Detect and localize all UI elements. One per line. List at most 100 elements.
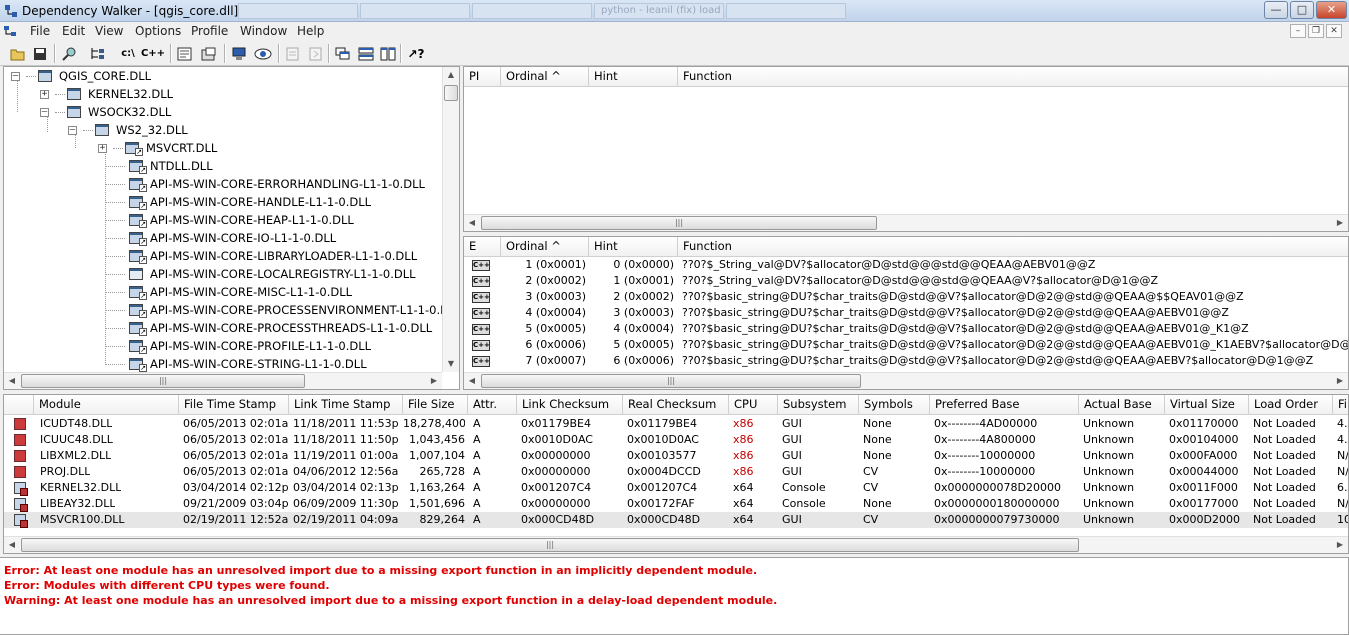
tree-node[interactable]: + ↗ MSVCRT.DLL bbox=[98, 139, 217, 157]
mdi-close-button[interactable]: ✕ bbox=[1326, 24, 1342, 38]
document-icon[interactable] bbox=[3, 25, 17, 38]
scroll-right-icon[interactable]: ▶ bbox=[1332, 215, 1348, 231]
column-header-symbols[interactable]: Symbols bbox=[859, 395, 930, 415]
background-window-tab[interactable] bbox=[360, 3, 470, 19]
undecorate-icon[interactable]: c:\ bbox=[117, 44, 139, 63]
column-header-preferred-base[interactable]: Preferred Base bbox=[930, 395, 1079, 415]
properties-icon[interactable] bbox=[175, 44, 195, 63]
table-row-selected[interactable]: MSVCR100.DLL 02/19/2011 12:52a 02/19/201… bbox=[4, 512, 1348, 528]
column-header-real-checksum[interactable]: Real Checksum bbox=[623, 395, 729, 415]
save-icon[interactable] bbox=[30, 44, 50, 63]
menu-window[interactable]: Window bbox=[240, 24, 287, 38]
tree-vertical-scrollbar[interactable]: ▲ ▼ bbox=[442, 67, 459, 372]
imports-horizontal-scrollbar[interactable]: ◀ ||| ▶ bbox=[464, 214, 1348, 231]
column-header-link-time-stamp[interactable]: Link Time Stamp bbox=[289, 395, 403, 415]
mdi-restore-button[interactable]: ❐ bbox=[1308, 24, 1324, 38]
table-row[interactable]: LIBXML2.DLL 06/05/2013 02:01a 11/19/2011… bbox=[4, 448, 1348, 464]
column-header-module[interactable]: Module bbox=[34, 395, 179, 415]
tile-vertical-icon[interactable] bbox=[378, 44, 398, 63]
column-header-ordinal[interactable]: Ordinal ^ bbox=[501, 237, 589, 257]
full-paths-icon[interactable] bbox=[88, 44, 108, 63]
menu-view[interactable]: View bbox=[95, 24, 123, 38]
tree-node[interactable]: ↗ API-MS-WIN-CORE-PROCESSTHREADS-L1-1-0.… bbox=[105, 319, 432, 337]
menu-options[interactable]: Options bbox=[135, 24, 181, 38]
collapse-icon[interactable]: – bbox=[68, 125, 77, 135]
tile-horizontal-icon[interactable] bbox=[356, 44, 376, 63]
scroll-right-icon[interactable]: ▶ bbox=[1332, 537, 1348, 553]
tree-node[interactable]: ↗ NTDLL.DLL bbox=[105, 157, 213, 175]
exports-list[interactable]: E Ordinal ^ Hint Function C++ 1 (0x0001)… bbox=[463, 236, 1349, 390]
module-dependency-tree[interactable]: – QGIS_CORE.DLL + KERNEL32.DLL – WSOCK32… bbox=[3, 66, 460, 390]
table-row[interactable]: ICUDT48.DLL 06/05/2013 02:01a 11/18/2011… bbox=[4, 416, 1348, 432]
background-window-tab[interactable] bbox=[238, 3, 358, 19]
maximize-button[interactable]: □ bbox=[1290, 1, 1314, 19]
cpp-icon[interactable]: C++ bbox=[141, 44, 165, 63]
collapse-icon[interactable]: – bbox=[11, 71, 20, 81]
column-header-function[interactable]: Function bbox=[678, 237, 1348, 257]
menu-file[interactable]: File bbox=[30, 24, 50, 38]
external-viewer-icon[interactable] bbox=[253, 44, 273, 63]
tree-node[interactable]: + KERNEL32.DLL bbox=[40, 85, 173, 103]
column-header-e[interactable]: E bbox=[464, 237, 501, 257]
column-header-virtual-size[interactable]: Virtual Size bbox=[1165, 395, 1249, 415]
background-window-tab[interactable] bbox=[472, 3, 592, 19]
previous-module-icon[interactable] bbox=[283, 44, 303, 63]
scroll-right-icon[interactable]: ▶ bbox=[426, 373, 442, 389]
tree-node[interactable]: – WSOCK32.DLL bbox=[40, 103, 171, 121]
column-header-subsystem[interactable]: Subsystem bbox=[778, 395, 859, 415]
column-header-attr[interactable]: Attr. bbox=[468, 395, 517, 415]
expand-icon[interactable]: + bbox=[98, 143, 107, 153]
export-function[interactable]: ??0?$basic_string@DU?$char_traits@D@std@… bbox=[682, 354, 1348, 367]
scroll-right-icon[interactable]: ▶ bbox=[1332, 373, 1348, 389]
column-header-pi[interactable]: PI bbox=[464, 67, 501, 87]
tree-node[interactable]: – WS2_32.DLL bbox=[68, 121, 188, 139]
context-help-icon[interactable]: ↗? bbox=[406, 44, 426, 63]
scroll-thumb[interactable]: ||| bbox=[481, 374, 861, 388]
column-header-function[interactable]: Function bbox=[678, 67, 1348, 87]
scroll-down-icon[interactable]: ▼ bbox=[443, 356, 459, 372]
expand-icon[interactable]: + bbox=[40, 89, 49, 99]
open-icon[interactable] bbox=[8, 44, 28, 63]
column-header-file-size[interactable]: File Size bbox=[403, 395, 468, 415]
parent-imports-list[interactable]: PI Ordinal ^ Hint Function ◀ ||| ▶ bbox=[463, 66, 1349, 232]
tree-node[interactable]: ↗ API-MS-WIN-CORE-ERRORHANDLING-L1-1-0.D… bbox=[105, 175, 425, 193]
close-button[interactable]: ✕ bbox=[1316, 1, 1347, 19]
scroll-left-icon[interactable]: ◀ bbox=[4, 373, 20, 389]
column-header-load-order[interactable]: Load Order bbox=[1249, 395, 1333, 415]
module-list[interactable]: Module File Time Stamp Link Time Stamp F… bbox=[3, 394, 1349, 554]
tree-node[interactable]: ↗ API-MS-WIN-CORE-STRING-L1-1-0.DLL bbox=[105, 355, 367, 373]
tree-node-root[interactable]: – QGIS_CORE.DLL bbox=[11, 67, 151, 85]
export-function[interactable]: ??0?$_String_val@DV?$allocator@D@std@@@s… bbox=[682, 274, 1348, 287]
mdi-minimize-button[interactable]: – bbox=[1290, 24, 1306, 38]
table-row[interactable]: ICUUC48.DLL 06/05/2013 02:01a 11/18/2011… bbox=[4, 432, 1348, 448]
tree-node[interactable]: ↗ API-MS-WIN-CORE-MISC-L1-1-0.DLL bbox=[105, 283, 352, 301]
scroll-left-icon[interactable]: ◀ bbox=[464, 215, 480, 231]
minimize-button[interactable]: — bbox=[1264, 1, 1288, 19]
tree-node[interactable]: API-MS-WIN-CORE-LOCALREGISTRY-L1-1-0.DLL bbox=[105, 265, 416, 283]
tree-node[interactable]: ↗ API-MS-WIN-CORE-PROCESSENVIRONMENT-L1-… bbox=[105, 301, 449, 319]
export-function[interactable]: ??0?$basic_string@DU?$char_traits@D@std@… bbox=[682, 290, 1348, 303]
column-header-hint[interactable]: Hint bbox=[589, 237, 678, 257]
column-header-file-time-stamp[interactable]: File Time Stamp bbox=[179, 395, 289, 415]
tree-node[interactable]: ↗ API-MS-WIN-CORE-PROFILE-L1-1-0.DLL bbox=[105, 337, 371, 355]
column-header-cpu[interactable]: CPU bbox=[729, 395, 778, 415]
tree-node[interactable]: ↗ API-MS-WIN-CORE-HEAP-L1-1-0.DLL bbox=[105, 211, 354, 229]
table-row[interactable]: PROJ.DLL 06/05/2013 02:01a 04/06/2012 12… bbox=[4, 464, 1348, 480]
table-row[interactable]: KERNEL32.DLL 03/04/2014 02:12p 03/04/201… bbox=[4, 480, 1348, 496]
menu-edit[interactable]: Edit bbox=[62, 24, 85, 38]
tree-node[interactable]: ↗ API-MS-WIN-CORE-LIBRARYLOADER-L1-1-0.D… bbox=[105, 247, 417, 265]
scroll-thumb[interactable]: ||| bbox=[481, 216, 877, 230]
scroll-up-icon[interactable]: ▲ bbox=[443, 67, 459, 83]
scroll-left-icon[interactable]: ◀ bbox=[464, 373, 480, 389]
configure-search-order-icon[interactable] bbox=[199, 44, 219, 63]
scroll-thumb[interactable]: ||| bbox=[21, 538, 1079, 552]
tree-node[interactable]: ↗ API-MS-WIN-CORE-HANDLE-L1-1-0.DLL bbox=[105, 193, 371, 211]
table-row[interactable]: LIBEAY32.DLL 09/21/2009 03:04p 06/09/200… bbox=[4, 496, 1348, 512]
collapse-icon[interactable]: – bbox=[40, 107, 49, 117]
scroll-thumb[interactable]: ||| bbox=[21, 374, 305, 388]
scroll-left-icon[interactable]: ◀ bbox=[4, 537, 20, 553]
cascade-icon[interactable] bbox=[333, 44, 353, 63]
find-icon[interactable] bbox=[60, 44, 80, 63]
export-function[interactable]: ??0?$_String_val@DV?$allocator@D@std@@@s… bbox=[682, 258, 1348, 271]
log-output[interactable]: Error: At least one module has an unreso… bbox=[0, 557, 1349, 635]
